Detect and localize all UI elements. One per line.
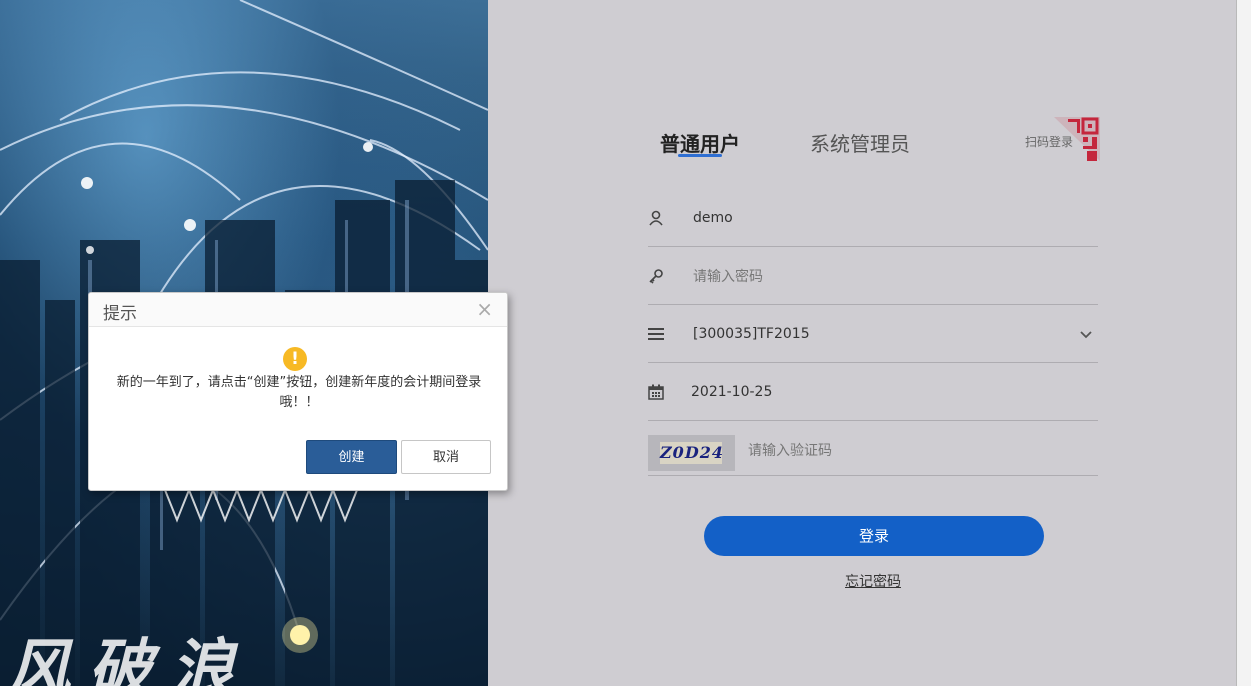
dialog-title: 提示 [103,304,137,324]
chevron-down-icon[interactable] [1080,328,1092,340]
forgot-password-link[interactable]: 忘记密码 [845,571,901,591]
list-icon [648,327,664,340]
close-icon[interactable]: × [476,299,493,319]
warning-icon: ! [283,347,307,371]
login-date-field[interactable]: 2021-10-25 [648,363,1098,421]
captcha-placeholder: 请输入验证码 [748,443,832,459]
cancel-button[interactable]: 取消 [401,440,491,474]
dialog-message: 新的一年到了，请点击“创建”按钮，创建新年度的会计期间登录哦！！ [116,375,482,410]
password-placeholder: 请输入密码 [693,268,763,285]
tab-normal-user[interactable]: 普通用户 [660,128,740,157]
password-field[interactable]: 请输入密码 [648,247,1098,305]
create-button[interactable]: 创建 [306,440,397,474]
account-set-select[interactable]: [300035]TF2015 [648,305,1098,363]
captcha-code: Z0D24 [660,442,724,464]
prompt-dialog: 提示 × ! 新的一年到了，请点击“创建”按钮，创建新年度的会计期间登录哦！！ … [88,292,508,491]
dialog-header: 提示 × [89,293,507,327]
username-value: demo [693,209,733,226]
scrollbar[interactable] [1236,0,1251,686]
username-field[interactable]: demo [648,189,1098,247]
user-icon [649,210,663,226]
calendar-icon [648,384,664,400]
account-set-value: [300035]TF2015 [693,325,810,342]
captcha-image[interactable]: Z0D24 [648,435,735,471]
login-date-value: 2021-10-25 [691,383,773,400]
key-icon [649,268,663,284]
tab-system-admin[interactable]: 系统管理员 [810,128,910,157]
hero-slogan: 风破浪 [6,632,252,686]
login-button[interactable]: 登录 [704,516,1044,556]
active-tab-indicator [678,154,722,157]
captcha-field[interactable]: Z0D24 请输入验证码 [648,418,1098,476]
qr-code-icon[interactable] [1054,117,1100,161]
